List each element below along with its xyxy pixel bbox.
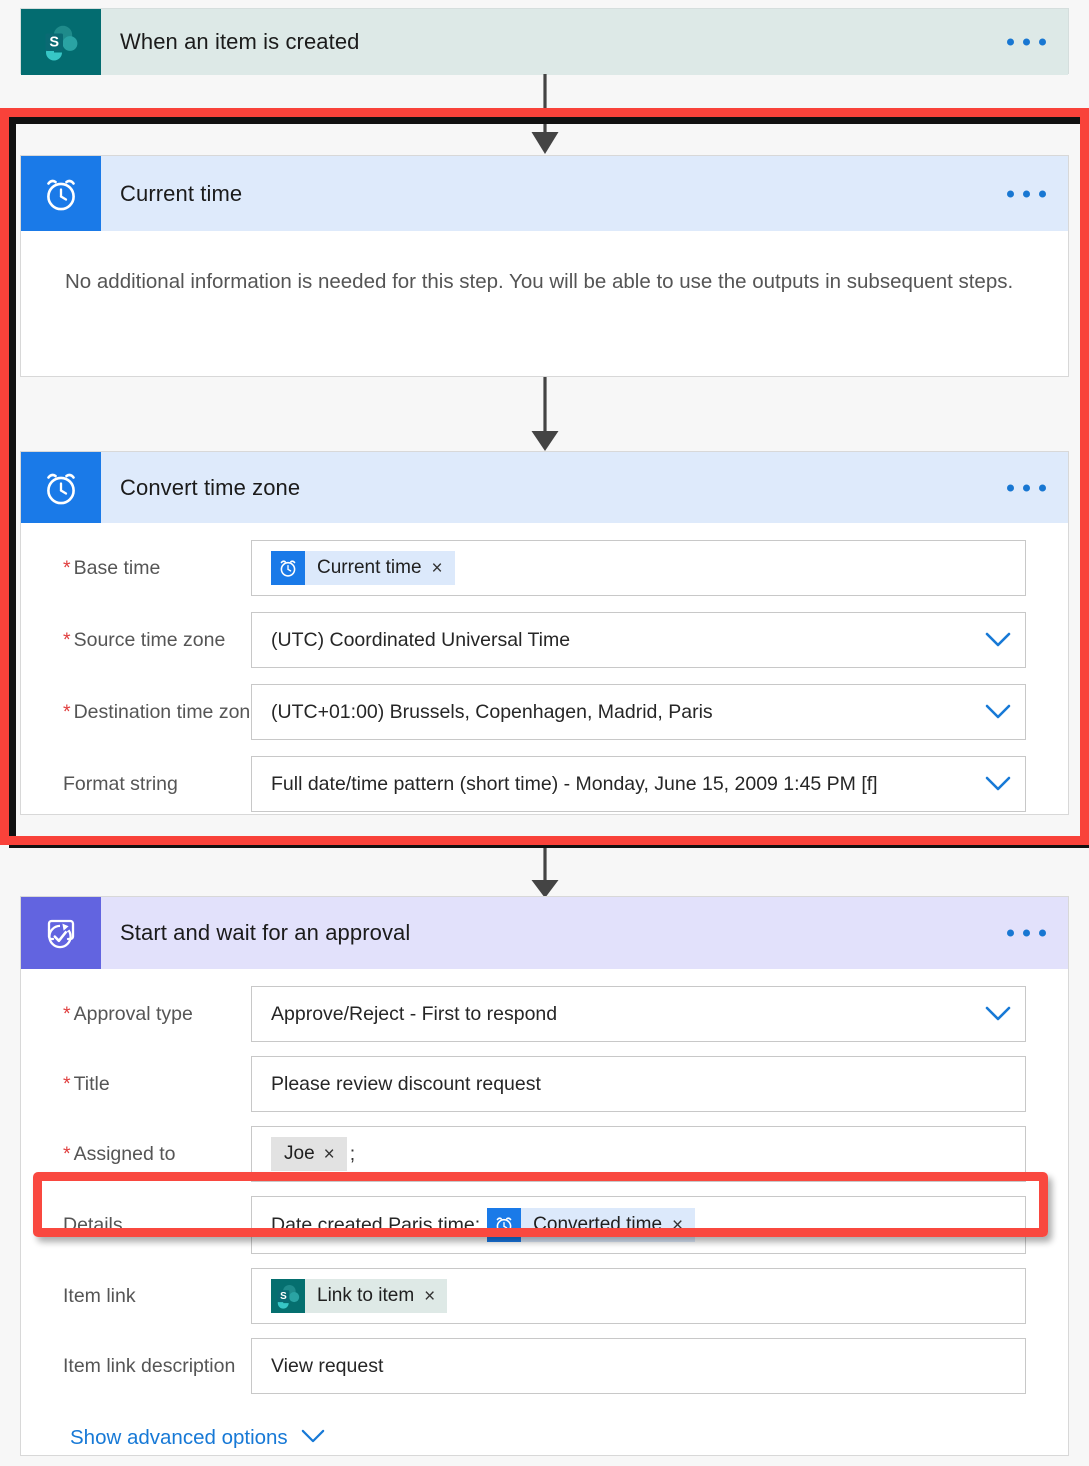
token-current-time[interactable]: Current time ×	[271, 551, 455, 585]
approval-more-options-icon[interactable]	[1007, 929, 1046, 937]
field-row-assigned-to: * Assigned to Joe × ;	[21, 1126, 1068, 1182]
sharepoint-icon: S	[21, 9, 101, 75]
input-value: Please review discount request	[271, 1072, 541, 1095]
approval-header[interactable]: Start and wait for an approval	[21, 897, 1068, 969]
field-row-approval-type: * Approval type Approve/Reject - First to…	[21, 986, 1068, 1042]
field-row-item-link: Item link S Link to item ×	[21, 1268, 1068, 1324]
label-item-link-description: Item link description	[63, 1354, 236, 1377]
dropdown-value: (UTC) Coordinated Universal Time	[271, 628, 571, 651]
clock-icon	[271, 551, 305, 585]
dropdown-value: Full date/time pattern (short time) - Mo…	[271, 772, 878, 795]
input-item-link-description[interactable]: View request	[251, 1338, 1026, 1394]
svg-text:S: S	[49, 35, 59, 51]
token-label: Link to item	[317, 1285, 415, 1306]
separator-semicolon: ;	[349, 1142, 356, 1165]
approval-title: Start and wait for an approval	[120, 920, 411, 945]
input-item-link[interactable]: S Link to item ×	[251, 1268, 1026, 1324]
required-asterisk: *	[63, 700, 71, 723]
current-time-more-options-icon[interactable]	[1007, 190, 1046, 197]
dropdown-value: Approve/Reject - First to respond	[271, 1002, 558, 1025]
label-title: * Title	[63, 1072, 110, 1095]
required-asterisk: *	[63, 1072, 71, 1095]
trigger-title: When an item is created	[120, 29, 360, 54]
convert-tz-header[interactable]: Convert time zone	[21, 452, 1068, 523]
input-details[interactable]: Date created Paris time: Converted time …	[251, 1196, 1026, 1254]
label-base-time: * Base time	[63, 556, 161, 579]
convert-tz-more-options-icon[interactable]	[1007, 484, 1046, 491]
field-row-item-link-description: Item link description View request	[21, 1338, 1068, 1394]
dropdown-format-string[interactable]: Full date/time pattern (short time) - Mo…	[251, 756, 1026, 812]
trigger-more-options-icon[interactable]	[1007, 38, 1046, 46]
clock-icon	[487, 1208, 522, 1242]
label-source-time-zone: * Source time zone	[63, 628, 226, 651]
required-asterisk: *	[63, 556, 71, 579]
flow-step-trigger[interactable]: S When an item is created	[20, 8, 1069, 75]
close-icon[interactable]: ×	[320, 1145, 347, 1164]
clock-icon	[21, 156, 101, 231]
flow-canvas: S When an item is created Current time N…	[0, 0, 1089, 1466]
trigger-header[interactable]: S When an item is created	[21, 9, 1068, 75]
label-details: Details	[63, 1213, 123, 1236]
convert-tz-body: * Base time Current time × * Source time…	[21, 523, 1068, 812]
chevron-down-icon[interactable]	[985, 627, 1011, 653]
required-asterisk: *	[63, 1142, 71, 1165]
close-icon[interactable]: ×	[420, 1287, 447, 1306]
connector-arrow-2	[0, 377, 1089, 453]
dropdown-destination-time-zone[interactable]: (UTC+01:00) Brussels, Copenhagen, Madrid…	[251, 684, 1026, 740]
field-row-title: * Title Please review discount request	[21, 1056, 1068, 1112]
current-time-body: No additional information is needed for …	[21, 231, 1068, 333]
show-advanced-options-label: Show advanced options	[70, 1426, 288, 1449]
token-link-to-item[interactable]: S Link to item ×	[271, 1279, 448, 1313]
chevron-down-icon[interactable]	[301, 1426, 325, 1450]
dropdown-value: (UTC+01:00) Brussels, Copenhagen, Madrid…	[271, 700, 713, 723]
required-asterisk: *	[63, 1002, 71, 1025]
label-item-link: Item link	[63, 1284, 136, 1307]
sharepoint-icon: S	[271, 1279, 305, 1313]
required-asterisk: *	[63, 628, 71, 651]
show-advanced-options-link[interactable]: Show advanced options	[21, 1394, 1068, 1450]
chevron-down-icon[interactable]	[985, 771, 1011, 797]
token-label: Current time	[317, 557, 422, 578]
token-converted-time[interactable]: Converted time ×	[487, 1208, 696, 1242]
chevron-down-icon[interactable]	[985, 1001, 1011, 1027]
field-row-details: Details Date created Paris time: Convert…	[21, 1196, 1068, 1254]
input-title[interactable]: Please review discount request	[251, 1056, 1026, 1112]
person-name: Joe	[284, 1143, 315, 1164]
input-assigned-to[interactable]: Joe × ;	[251, 1126, 1026, 1182]
input-value: View request	[271, 1354, 384, 1377]
flow-step-current-time[interactable]: Current time No additional information i…	[20, 155, 1069, 377]
convert-tz-title: Convert time zone	[120, 474, 301, 500]
approval-icon	[21, 897, 101, 969]
current-time-title: Current time	[120, 180, 243, 206]
field-row-destination-time-zone: * Destination time zone (UTC+01:00) Bruss…	[21, 684, 1068, 740]
svg-text:S: S	[280, 1291, 287, 1302]
chevron-down-icon[interactable]	[985, 699, 1011, 725]
current-time-note: No additional information is needed for …	[65, 270, 1014, 293]
details-prefix-text: Date created Paris time:	[271, 1213, 481, 1236]
label-destination-time-zone: * Destination time zone	[63, 700, 262, 723]
dropdown-approval-type[interactable]: Approve/Reject - First to respond	[251, 986, 1026, 1042]
token-label: Converted time	[533, 1214, 663, 1235]
field-row-base-time: * Base time Current time ×	[21, 540, 1068, 596]
label-approval-type: * Approval type	[63, 1002, 193, 1025]
current-time-header[interactable]: Current time	[21, 156, 1068, 231]
approval-body: * Approval type Approve/Reject - First to…	[21, 969, 1068, 1450]
connector-arrow-3	[0, 842, 1089, 900]
label-assigned-to: * Assigned to	[63, 1142, 176, 1165]
field-row-source-time-zone: * Source time zone (UTC) Coordinated Univ…	[21, 612, 1068, 668]
flow-step-convert-time-zone[interactable]: Convert time zone * Base time Current ti…	[20, 451, 1069, 815]
flow-step-approval[interactable]: Start and wait for an approval * Approval…	[20, 896, 1069, 1456]
input-base-time[interactable]: Current time ×	[251, 540, 1026, 596]
dropdown-source-time-zone[interactable]: (UTC) Coordinated Universal Time	[251, 612, 1026, 668]
close-icon[interactable]: ×	[428, 559, 455, 578]
clock-icon	[21, 452, 101, 523]
label-format-string: Format string	[63, 772, 178, 795]
close-icon[interactable]: ×	[668, 1216, 695, 1235]
field-row-format-string: Format string Full date/time pattern (sh…	[21, 756, 1068, 812]
person-chip-joe[interactable]: Joe ×	[271, 1137, 347, 1171]
connector-arrow-1	[0, 74, 1089, 156]
